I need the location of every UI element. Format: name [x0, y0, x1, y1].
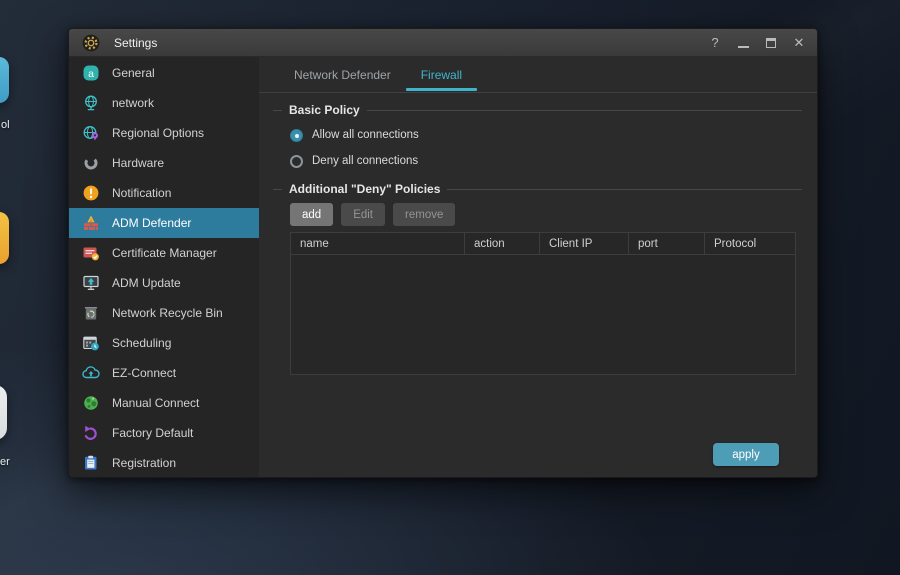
ez-connect-icon	[82, 364, 100, 382]
general-icon: a	[82, 64, 100, 82]
sidebar-item-general[interactable]: a General	[69, 58, 259, 88]
desktop-icon-partial-bottom[interactable]	[0, 385, 7, 440]
settings-gear-icon	[82, 34, 100, 52]
sidebar-item-label: Hardware	[112, 156, 164, 170]
sidebar-item-factory-default[interactable]: Factory Default	[69, 418, 259, 448]
registration-icon	[82, 454, 100, 472]
maximize-icon[interactable]	[766, 38, 776, 48]
notification-icon	[82, 184, 100, 202]
minimize-icon[interactable]	[738, 38, 749, 48]
sidebar-item-label: Notification	[112, 186, 171, 200]
table-header-row: name action Client IP port Protocol	[291, 233, 795, 255]
sidebar-item-adm-update[interactable]: ADM Update	[69, 268, 259, 298]
firewall-panel: Network Defender Firewall Basic Policy A…	[259, 57, 817, 477]
edit-button[interactable]: Edit	[341, 203, 385, 226]
desktop-icon-label-partial-bottom: er	[0, 456, 10, 468]
manual-connect-icon	[82, 394, 100, 412]
sidebar-item-label: Manual Connect	[112, 396, 199, 410]
sidebar-item-notification[interactable]: Notification	[69, 178, 259, 208]
radio-unselected-icon[interactable]	[290, 155, 303, 168]
network-globe-icon	[82, 94, 100, 112]
sidebar-item-label: network	[112, 96, 154, 110]
column-header-port[interactable]: port	[629, 233, 705, 254]
radio-deny-all-connections[interactable]: Deny all connections	[290, 153, 802, 169]
tab-label: Firewall	[421, 68, 462, 82]
add-button[interactable]: add	[290, 203, 333, 226]
remove-button[interactable]: remove	[393, 203, 455, 226]
column-header-client-ip[interactable]: Client IP	[540, 233, 629, 254]
titlebar[interactable]: Settings ? ✕	[69, 29, 817, 57]
svg-text:a: a	[88, 68, 94, 80]
sidebar-item-label: EZ-Connect	[112, 366, 176, 380]
column-header-name[interactable]: name	[291, 233, 465, 254]
tab-firewall[interactable]: Firewall	[406, 57, 477, 92]
policy-toolbar: add Edit remove	[290, 203, 802, 226]
desktop-icon-partial-top[interactable]	[0, 57, 9, 103]
sidebar-item-label: Regional Options	[112, 126, 204, 140]
sidebar-item-ez-connect[interactable]: EZ-Connect	[69, 358, 259, 388]
hardware-icon	[82, 154, 100, 172]
basic-policy-legend: Basic Policy	[273, 103, 802, 117]
sidebar-item-label: General	[112, 66, 155, 80]
network-recycle-bin-icon	[82, 304, 100, 322]
sidebar-item-manual-connect[interactable]: Manual Connect	[69, 388, 259, 418]
help-icon[interactable]: ?	[709, 36, 721, 49]
sidebar-item-regional-options[interactable]: Regional Options	[69, 118, 259, 148]
firewall-content: Basic Policy Allow all connections Deny …	[259, 93, 817, 477]
settings-window: Settings ? ✕ a General	[68, 28, 818, 478]
desktop-icon-partial-middle[interactable]	[0, 212, 9, 264]
tab-network-defender[interactable]: Network Defender	[279, 57, 406, 92]
sidebar-item-registration[interactable]: Registration	[69, 448, 259, 478]
sidebar-item-certificate-manager[interactable]: Certificate Manager	[69, 238, 259, 268]
adm-defender-icon	[82, 214, 100, 232]
radio-label: Deny all connections	[312, 155, 418, 167]
apply-button[interactable]: apply	[713, 443, 779, 466]
desktop-icon-label-partial-top: ol	[1, 119, 10, 131]
sidebar-item-label: Certificate Manager	[112, 246, 217, 260]
radio-selected-icon[interactable]	[290, 129, 303, 142]
sidebar-item-label: Registration	[112, 456, 176, 470]
tab-label: Network Defender	[294, 68, 391, 82]
sidebar-item-label: Factory Default	[112, 426, 193, 440]
additional-deny-policies-legend: Additional "Deny" Policies	[273, 182, 802, 196]
radio-label: Allow all connections	[312, 129, 419, 141]
sidebar-item-label: Network Recycle Bin	[112, 306, 223, 320]
sidebar-item-adm-defender[interactable]: ADM Defender	[69, 208, 259, 238]
adm-update-icon	[82, 274, 100, 292]
table-body-empty[interactable]	[291, 255, 795, 374]
sidebar-item-network[interactable]: network	[69, 88, 259, 118]
sidebar-item-label: Scheduling	[112, 336, 171, 350]
window-title: Settings	[114, 36, 157, 50]
tab-bar: Network Defender Firewall	[259, 57, 817, 93]
sidebar-item-scheduling[interactable]: Scheduling	[69, 328, 259, 358]
column-header-action[interactable]: action	[465, 233, 540, 254]
scheduling-icon	[82, 334, 100, 352]
radio-allow-all-connections[interactable]: Allow all connections	[290, 127, 802, 143]
sidebar-item-label: ADM Defender	[112, 216, 191, 230]
settings-sidebar: a General network	[69, 57, 259, 477]
close-icon[interactable]: ✕	[793, 36, 805, 49]
deny-policies-table: name action Client IP port Protocol	[290, 232, 796, 375]
factory-default-icon	[82, 424, 100, 442]
sidebar-item-network-recycle-bin[interactable]: Network Recycle Bin	[69, 298, 259, 328]
sidebar-item-hardware[interactable]: Hardware	[69, 148, 259, 178]
sidebar-item-label: ADM Update	[112, 276, 181, 290]
regional-options-icon	[82, 124, 100, 142]
column-header-protocol[interactable]: Protocol	[705, 233, 795, 254]
certificate-manager-icon	[82, 244, 100, 262]
